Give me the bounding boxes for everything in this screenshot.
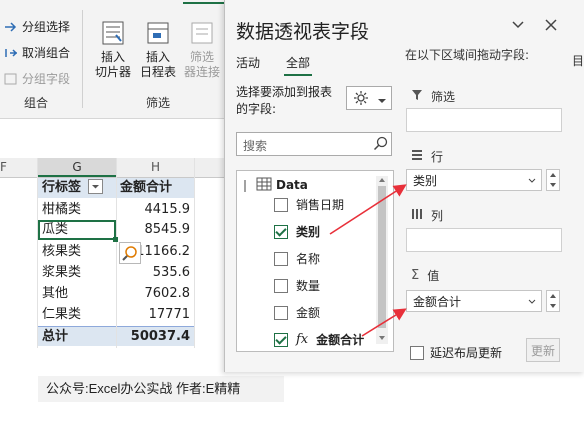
annotation-arrows xyxy=(329,184,407,337)
arrow-to-rows xyxy=(329,184,407,235)
arrow-to-values xyxy=(361,308,407,337)
